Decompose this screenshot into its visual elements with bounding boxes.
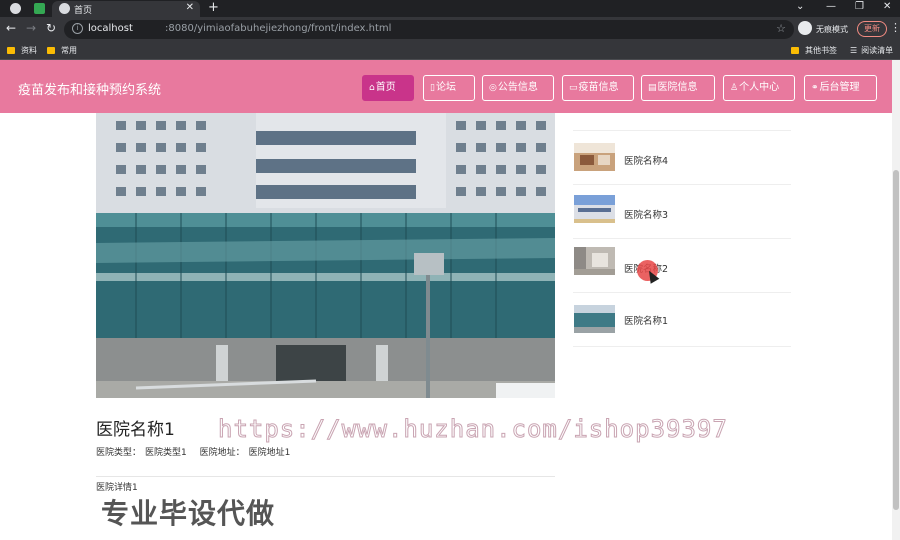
page-scrollbar[interactable]	[892, 60, 900, 540]
url-path: :8080/yimiaofabuhejiezhong/front/index.h…	[165, 23, 392, 34]
bookmarks-bar: 资料 常用 其他书签 ☰ 阅读清单	[0, 42, 900, 60]
browser-tabstrip: 首页 ✕ + ⌄ — ❐ ✕	[0, 0, 900, 17]
site-title: 疫苗发布和接种预约系统	[18, 83, 162, 98]
reading-list-icon: ☰	[850, 46, 858, 55]
reading-list[interactable]: ☰ 阅读清单	[850, 45, 893, 56]
reload-icon[interactable]: ↻	[46, 21, 56, 35]
list-item-label: 医院名称1	[624, 316, 669, 327]
url-host: localhost	[88, 23, 133, 34]
update-button[interactable]: 更新	[857, 21, 887, 37]
scrollbar-thumb[interactable]	[893, 170, 899, 510]
address-label: 医院地址：	[199, 448, 245, 458]
nav-personal-center[interactable]: ♙个人中心	[723, 75, 795, 101]
back-icon[interactable]: ←	[6, 21, 16, 35]
list-item[interactable]: 医院名称3	[573, 185, 791, 239]
promo-overlay-text: 专业毕设代做	[101, 497, 276, 530]
active-tab[interactable]: 首页 ✕	[52, 1, 200, 17]
nav-home[interactable]: ⌂首页	[362, 75, 414, 101]
hospital-thumbnail	[574, 305, 615, 333]
folder-icon	[791, 47, 799, 54]
hospital-photo	[96, 113, 555, 398]
hospital-name-heading: 医院名称1	[96, 420, 175, 440]
nav-admin[interactable]: ⚭后台管理	[804, 75, 877, 101]
folder-icon	[7, 47, 15, 54]
address-value: 医院地址1	[248, 448, 291, 458]
hospital-meta: 医院类型： 医院类型1 医院地址： 医院地址1	[96, 445, 294, 458]
other-bookmarks[interactable]: 其他书签	[791, 45, 837, 56]
bookmark-folder[interactable]: 资料	[7, 45, 37, 56]
globe-icon	[59, 3, 70, 14]
close-window-button[interactable]: ✕	[883, 1, 891, 12]
browser-toolbar: ← → ↻ i localhost :8080/yimiaofabuhejiez…	[0, 17, 900, 42]
site-header: 疫苗发布和接种预约系统 ⌂首页 ▯论坛 ◎公告信息 ▭疫苗信息 ▤医院信息 ♙个…	[0, 60, 892, 113]
info-icon[interactable]: i	[72, 23, 83, 34]
vaccine-icon: ▭	[569, 83, 578, 93]
nav-notices[interactable]: ◎公告信息	[482, 75, 554, 101]
hospital-icon: ▤	[648, 83, 657, 93]
minimize-button[interactable]: —	[826, 1, 836, 12]
list-item[interactable]: 医院名称2	[573, 239, 791, 293]
page-viewport: 疫苗发布和接种预约系统 ⌂首页 ▯论坛 ◎公告信息 ▭疫苗信息 ▤医院信息 ♙个…	[0, 60, 892, 540]
folder-icon	[47, 47, 55, 54]
forum-icon: ▯	[430, 83, 435, 93]
bookmark-star-icon[interactable]: ☆	[776, 22, 786, 35]
divider	[96, 476, 555, 477]
nav-hospitals[interactable]: ▤医院信息	[641, 75, 715, 101]
incognito-label: 无痕模式	[816, 25, 848, 34]
type-label: 医院类型：	[96, 448, 142, 458]
nav-forum[interactable]: ▯论坛	[423, 75, 475, 101]
notice-icon: ◎	[489, 83, 497, 93]
new-tab-button[interactable]: +	[208, 0, 219, 15]
list-item[interactable]: 医院名称1	[573, 293, 791, 347]
home-icon: ⌂	[369, 83, 375, 93]
list-item[interactable]: 医院名称4	[573, 131, 791, 185]
user-icon: ♙	[730, 83, 739, 93]
link-icon: ⚭	[811, 83, 819, 93]
list-item-label: 医院名称4	[624, 156, 669, 167]
hospital-thumbnail	[574, 247, 615, 275]
list-item-label: 医院名称3	[624, 210, 669, 221]
hospital-thumbnail	[574, 195, 615, 223]
restore-button[interactable]: ❐	[855, 1, 864, 12]
menu-icon[interactable]: ⋮	[890, 21, 900, 34]
chrome-icon[interactable]	[10, 3, 21, 14]
watermark-text: https://www.huzhan.com/ishop39397	[218, 415, 728, 444]
bookmark-folder[interactable]: 常用	[47, 45, 77, 56]
sheets-tab-icon[interactable]	[34, 3, 45, 14]
nav-vaccines[interactable]: ▭疫苗信息	[562, 75, 634, 101]
address-bar[interactable]: i localhost :8080/yimiaofabuhejiezhong/f…	[64, 20, 794, 39]
hospital-thumbnail	[574, 143, 615, 171]
close-tab-icon[interactable]: ✕	[186, 2, 194, 13]
incognito-icon[interactable]	[798, 21, 812, 35]
tab-title: 首页	[74, 6, 93, 16]
tab-search-icon[interactable]: ⌄	[796, 1, 804, 12]
forward-icon[interactable]: →	[26, 21, 36, 35]
type-value: 医院类型1	[145, 448, 187, 458]
